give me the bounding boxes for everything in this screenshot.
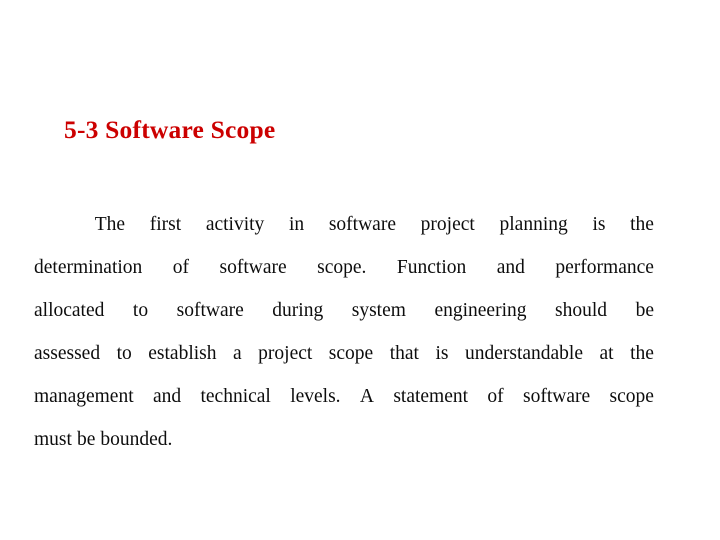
body-word: of xyxy=(172,257,190,278)
body-word: and xyxy=(152,386,182,407)
body-word: management xyxy=(34,386,134,407)
body-word: a xyxy=(233,343,242,364)
body-text-line: must be bounded. xyxy=(34,418,654,461)
body-word: A xyxy=(359,386,374,407)
body-word: must xyxy=(34,429,72,450)
body-word: to xyxy=(116,343,132,364)
body-text-line: The first activity in software project plannin… xyxy=(34,203,654,246)
body-text-line: management and technical levels. Astatement o… xyxy=(34,375,654,418)
body-word: is xyxy=(435,343,449,364)
body-word: of xyxy=(487,386,504,407)
slide-canvas: 5-3 Software Scope The first activity in sof… xyxy=(0,0,720,540)
body-word: software xyxy=(523,386,591,407)
body-word: in xyxy=(288,214,305,235)
body-word: during xyxy=(272,300,324,321)
body-word: allocated xyxy=(34,300,105,321)
body-word: at xyxy=(599,343,614,364)
body-word: scope xyxy=(609,386,654,407)
body-word: software xyxy=(328,214,396,235)
body-word: be xyxy=(76,429,96,450)
body-text-line: determination of software scope. Function and… xyxy=(34,246,654,289)
body-text-line: allocated to software during system engineeri… xyxy=(34,289,654,332)
body-word: project xyxy=(420,214,475,235)
body-word: the xyxy=(630,343,654,364)
body-word: software xyxy=(219,257,287,278)
body-word: is xyxy=(592,214,606,235)
body-word: establish xyxy=(148,343,217,364)
body-word: project xyxy=(258,343,313,364)
body-word: be xyxy=(635,300,654,321)
slide-body-paragraph: The first activity in software project plannin… xyxy=(34,203,654,461)
body-word: the xyxy=(630,214,654,235)
body-word: Function xyxy=(396,257,467,278)
body-word: should xyxy=(555,300,608,321)
body-word: technical xyxy=(200,386,271,407)
body-word: understandable xyxy=(464,343,584,364)
body-word: to xyxy=(132,300,149,321)
body-word: determination xyxy=(34,257,143,278)
body-word: system xyxy=(351,300,406,321)
body-word: scope xyxy=(328,343,374,364)
body-word: that xyxy=(389,343,419,364)
body-word: The xyxy=(94,214,126,235)
body-word: scope. xyxy=(317,257,367,278)
body-word: bounded. xyxy=(100,429,173,450)
body-word: engineering xyxy=(434,300,527,321)
body-word: performance xyxy=(555,257,654,278)
body-word: first xyxy=(149,214,182,235)
body-word: activity xyxy=(205,214,265,235)
body-word: and xyxy=(496,257,525,278)
body-word: assessed xyxy=(34,343,101,364)
body-word: software xyxy=(176,300,244,321)
body-word: planning xyxy=(499,214,568,235)
first-line-indent xyxy=(34,203,70,246)
slide-title: 5-3 Software Scope xyxy=(64,115,276,144)
body-word: statement xyxy=(393,386,469,407)
body-text-line: assessed to establish a project scope that is un… xyxy=(34,332,654,375)
body-word: levels. xyxy=(290,386,341,407)
